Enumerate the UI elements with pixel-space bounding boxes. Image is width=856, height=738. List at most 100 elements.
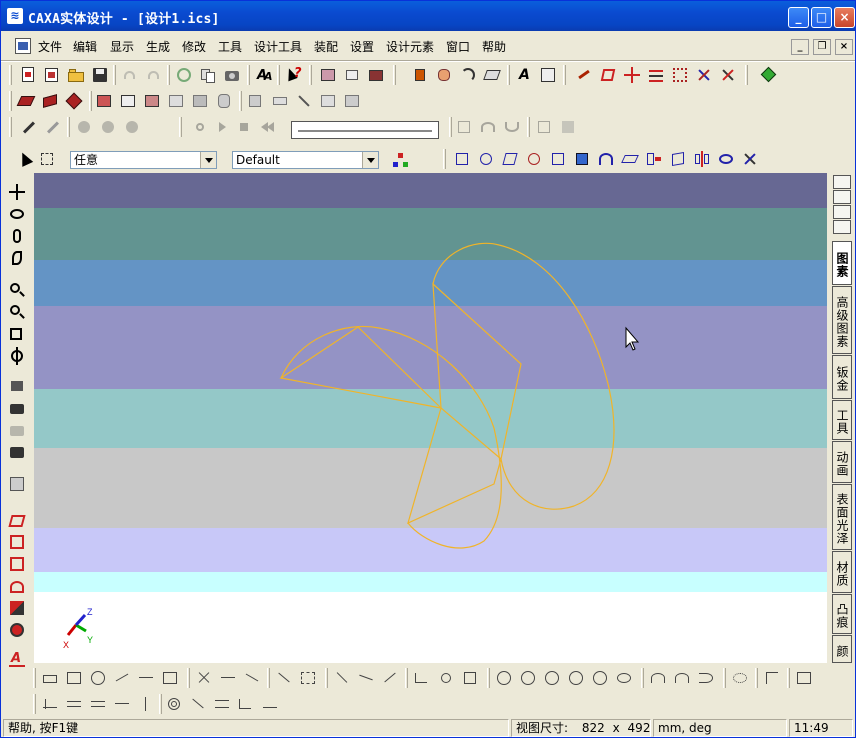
circle-tool-icon[interactable]	[8, 555, 26, 573]
feature-tweak-icon[interactable]	[741, 150, 759, 168]
menu-settings[interactable]: 设置	[350, 38, 374, 55]
green-diamond-icon[interactable]	[759, 66, 777, 84]
parallel-constraint-icon[interactable]	[65, 695, 83, 713]
menu-file[interactable]: 文件	[38, 38, 62, 55]
path-icon[interactable]	[503, 118, 521, 136]
anim-export-icon[interactable]	[559, 118, 577, 136]
menu-help[interactable]: 帮助	[482, 38, 506, 55]
circle-tangent-icon[interactable]	[567, 669, 585, 687]
feature-split-icon[interactable]	[645, 150, 663, 168]
render-icon[interactable]	[367, 66, 385, 84]
zoom-fit-icon[interactable]	[8, 325, 26, 343]
toolbar-grip[interactable]	[33, 668, 36, 688]
stop-icon[interactable]	[235, 118, 253, 136]
solid-block-icon[interactable]	[16, 92, 36, 110]
layers-icon[interactable]	[271, 92, 289, 110]
menu-view[interactable]: 显示	[110, 38, 134, 55]
arrow-tool-icon[interactable]	[575, 66, 593, 84]
pan-icon[interactable]	[8, 183, 26, 201]
toolbar-grip[interactable]	[9, 65, 12, 85]
menu-design-tools[interactable]: 设计工具	[254, 38, 302, 55]
camera-disabled-icon[interactable]	[8, 421, 26, 439]
minimize-button[interactable]: _	[788, 7, 809, 28]
last-tab-button[interactable]	[833, 220, 851, 234]
view-orient-icon[interactable]	[8, 347, 26, 365]
render-style-icon[interactable]	[8, 475, 26, 493]
feature-face-icon[interactable]	[501, 150, 519, 168]
sketch-rect-icon[interactable]	[65, 669, 83, 687]
anim-settings-icon[interactable]	[535, 118, 553, 136]
close-button[interactable]: ×	[834, 7, 855, 28]
feature-rotate-icon[interactable]	[525, 150, 543, 168]
dolly-icon[interactable]	[8, 227, 26, 245]
toolbar-grip[interactable]	[9, 117, 12, 137]
fillet-icon[interactable]	[319, 92, 337, 110]
distance-icon[interactable]	[671, 66, 689, 84]
shell-icon[interactable]	[191, 92, 209, 110]
equal-constraint-icon[interactable]	[89, 695, 107, 713]
feature-edge-icon[interactable]	[549, 150, 567, 168]
design-viewport[interactable]: X Y Z	[34, 173, 827, 663]
bspline-icon[interactable]	[731, 669, 749, 687]
toolbar-grip[interactable]	[33, 694, 36, 714]
sketch-angle-icon[interactable]	[275, 669, 293, 687]
chamfer-icon[interactable]	[343, 92, 361, 110]
corner-icon[interactable]	[763, 669, 781, 687]
cube-red-icon[interactable]	[599, 66, 617, 84]
dimension-icon[interactable]	[795, 669, 813, 687]
cross-tool-icon[interactable]	[719, 66, 737, 84]
arc-2pt-icon[interactable]	[673, 669, 691, 687]
sketch-project-icon[interactable]	[161, 669, 179, 687]
toolbar-grip[interactable]	[443, 149, 446, 169]
tab-sheet-metal[interactable]: 钣金	[832, 355, 852, 399]
save-icon[interactable]	[91, 66, 109, 84]
revolve-icon[interactable]	[119, 92, 137, 110]
next-tab-button[interactable]	[833, 205, 851, 219]
sketch-cross-icon[interactable]	[195, 669, 213, 687]
zoom-window-icon[interactable]	[8, 303, 26, 321]
solid-wedge-icon[interactable]	[41, 92, 59, 110]
solid-prism-icon[interactable]	[65, 92, 83, 110]
arc3-tool-icon[interactable]	[8, 577, 26, 595]
document-icon[interactable]	[15, 38, 31, 54]
arc-sketch-icon[interactable]	[649, 669, 667, 687]
sketch-polyline-icon[interactable]	[113, 669, 131, 687]
first-tab-button[interactable]	[833, 175, 851, 189]
rewind-icon[interactable]	[259, 118, 277, 136]
spline-tool-icon[interactable]	[8, 599, 26, 617]
cut-tool-icon[interactable]	[295, 92, 313, 110]
new-file-icon[interactable]	[19, 66, 37, 84]
angle-icon[interactable]	[695, 66, 713, 84]
pick-face-icon[interactable]	[99, 118, 117, 136]
menu-generate[interactable]: 生成	[146, 38, 170, 55]
vertical-constraint-icon[interactable]	[137, 695, 155, 713]
loft-icon[interactable]	[167, 92, 185, 110]
redo-icon[interactable]	[145, 66, 163, 84]
walk-icon[interactable]	[8, 249, 26, 267]
chevron-down-icon[interactable]	[362, 152, 378, 168]
help-pointer-icon[interactable]: ?	[284, 66, 303, 84]
text-tool-icon[interactable]: A	[515, 66, 533, 84]
open-folder-icon[interactable]	[67, 66, 85, 84]
feature-cylinder-icon[interactable]	[477, 150, 495, 168]
menu-design-elements[interactable]: 设计元素	[386, 38, 434, 55]
angle-constraint-icon[interactable]	[237, 695, 255, 713]
pick-edge-icon[interactable]	[123, 118, 141, 136]
feature-solid-icon[interactable]	[573, 150, 591, 168]
tab-tools[interactable]: 工具	[832, 400, 852, 440]
tab-emboss[interactable]: 凸痕	[832, 594, 852, 634]
rectangle-tool-icon[interactable]	[8, 533, 26, 551]
menu-window[interactable]: 窗口	[446, 38, 470, 55]
move-icon[interactable]	[411, 66, 429, 84]
new-design-icon[interactable]	[43, 66, 61, 84]
sketch-trim-icon[interactable]	[137, 669, 155, 687]
mdi-close-button[interactable]: ×	[835, 39, 853, 55]
undo-icon[interactable]	[121, 66, 139, 84]
ellipse-tool-icon[interactable]	[8, 621, 26, 639]
toolbar-grip[interactable]	[9, 91, 12, 111]
extrude-icon[interactable]	[95, 92, 113, 110]
circle-radius-icon[interactable]	[591, 669, 609, 687]
feature-mirror-icon[interactable]	[693, 150, 711, 168]
align-icon[interactable]	[647, 66, 665, 84]
ellipse-sketch-icon[interactable]	[615, 669, 633, 687]
